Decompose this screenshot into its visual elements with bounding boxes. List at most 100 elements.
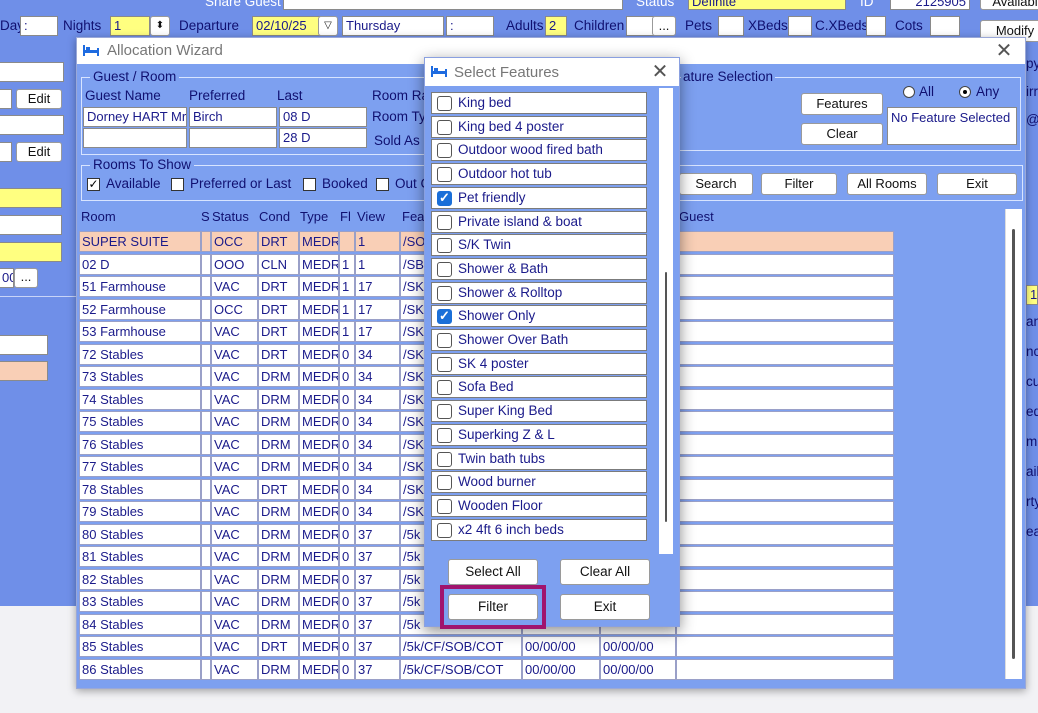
status-field[interactable]: Definite (688, 0, 846, 10)
departure-time-field[interactable]: : (446, 16, 494, 36)
search-button[interactable]: Search (679, 173, 753, 195)
grid-scrollbar-thumb[interactable] (1012, 229, 1015, 659)
children-field[interactable] (626, 16, 654, 36)
feature-checkbox[interactable] (437, 261, 452, 277)
feature-item[interactable]: Shower & Bath (431, 257, 647, 280)
feature-checkbox[interactable] (437, 522, 452, 538)
available-checkbox[interactable]: ✓ (87, 178, 100, 191)
select-all-button[interactable]: Select All (448, 559, 538, 585)
edit-button-2[interactable]: Edit (16, 142, 62, 162)
any-radio[interactable] (959, 86, 971, 98)
left-field-1[interactable] (0, 62, 64, 82)
clear-all-button[interactable]: Clear All (560, 559, 650, 585)
feature-item[interactable]: S/K Twin (431, 234, 647, 257)
nights-spinner[interactable]: ⬍ (150, 16, 170, 36)
feature-checkbox[interactable] (437, 333, 452, 348)
feature-checkbox[interactable] (437, 356, 452, 372)
availability-button[interactable]: Availabi (980, 0, 1038, 10)
feature-checkbox[interactable] (437, 427, 452, 443)
feature-item[interactable]: Sofa Bed (431, 376, 647, 399)
feature-item[interactable]: Super King Bed (431, 400, 647, 423)
feature-checkbox[interactable] (437, 190, 452, 206)
feature-item[interactable]: Outdoor wood fired bath (431, 139, 647, 162)
feature-checkbox[interactable] (437, 119, 452, 135)
feature-item[interactable]: Twin bath tubs (431, 447, 647, 470)
nights-field[interactable]: 1 (110, 16, 150, 36)
preferred-room-field-2[interactable] (189, 128, 277, 148)
guest-name-field[interactable]: Dorney HART Mr (83, 107, 187, 127)
all-radio[interactable] (903, 86, 915, 98)
left-field-6[interactable] (0, 335, 48, 355)
feature-item[interactable]: Outdoor hot tub (431, 163, 647, 186)
feature-item[interactable]: King bed (431, 92, 647, 114)
grid-scrollbar[interactable] (1005, 209, 1022, 679)
exit-wizard-button[interactable]: Exit (937, 173, 1017, 195)
col-header-room[interactable]: Room (81, 209, 116, 229)
left-yellow-field-1[interactable] (0, 188, 62, 208)
features-scrollbar-thumb[interactable] (665, 272, 667, 522)
left-field-4[interactable] (0, 142, 12, 162)
filter-rooms-button[interactable]: Filter (761, 173, 837, 195)
feature-checkbox[interactable] (437, 167, 452, 183)
all-rooms-button[interactable]: All Rooms (847, 173, 927, 195)
exit-button[interactable]: Exit (560, 594, 650, 620)
feature-checkbox[interactable] (437, 380, 452, 396)
col-header-type[interactable]: Type (300, 209, 328, 229)
feature-item[interactable]: Shower & Rolltop (431, 281, 647, 304)
col-header-features[interactable]: Fea (402, 209, 424, 229)
left-field-3[interactable] (0, 115, 64, 135)
feature-item[interactable]: Pet friendly (431, 186, 647, 209)
guest-name-field-2[interactable] (83, 128, 187, 148)
clear-features-button[interactable]: Clear (801, 123, 883, 145)
left-more-button[interactable]: ... (14, 268, 38, 288)
left-partial-field[interactable]: 00 (0, 268, 14, 288)
left-field-2[interactable] (0, 89, 12, 109)
feature-item[interactable]: King bed 4 poster (431, 115, 647, 138)
col-header-fl[interactable]: Fl (340, 209, 351, 229)
col-header-view[interactable]: View (357, 209, 385, 229)
col-header-guest[interactable]: Guest (679, 209, 714, 229)
feature-checkbox[interactable] (437, 404, 452, 420)
edit-button-1[interactable]: Edit (16, 89, 62, 109)
features-scrollbar[interactable] (659, 88, 673, 554)
feature-item[interactable]: Private island & boat (431, 210, 647, 233)
day-field[interactable]: : (20, 16, 58, 36)
feature-checkbox[interactable] (437, 214, 452, 230)
feature-item[interactable]: x2 4ft 6 inch beds (431, 518, 647, 541)
feature-checkbox[interactable] (437, 498, 452, 514)
preferred-or-last-checkbox[interactable] (171, 178, 184, 191)
feature-item[interactable]: Wood burner (431, 471, 647, 494)
dialog-close-icon[interactable]: ✕ (647, 61, 673, 83)
pets-field[interactable] (718, 16, 744, 36)
last-room-field-2[interactable]: 28 D (279, 128, 367, 148)
features-button[interactable]: Features (801, 93, 883, 115)
feature-item[interactable]: Superking Z & L (431, 423, 647, 446)
departure-date-field[interactable]: 02/10/25 (252, 16, 324, 36)
last-room-field-1[interactable]: 08 D (279, 107, 367, 127)
share-guest-field[interactable] (283, 0, 623, 10)
feature-item[interactable]: Shower Over Bath (431, 329, 647, 351)
xbeds-field[interactable] (788, 16, 812, 36)
col-header-cond[interactable]: Cond (259, 209, 290, 229)
feature-checkbox[interactable] (437, 238, 452, 254)
feature-checkbox[interactable] (437, 475, 452, 491)
adults-field[interactable]: 2 (545, 16, 567, 36)
feature-checkbox[interactable] (437, 451, 452, 467)
col-header-status[interactable]: Status (212, 209, 249, 229)
feature-checkbox[interactable] (437, 143, 452, 159)
feature-checkbox[interactable] (437, 285, 452, 301)
feature-item[interactable]: SK 4 poster (431, 352, 647, 375)
preferred-room-field-1[interactable]: Birch (189, 107, 277, 127)
children-more-button[interactable]: ... (652, 16, 676, 36)
wizard-close-icon[interactable]: ✕ (991, 40, 1017, 62)
booked-checkbox[interactable] (303, 178, 316, 191)
departure-dropdown[interactable]: ▽ (318, 16, 338, 36)
left-yellow-field-2[interactable] (0, 242, 62, 262)
left-pink-field[interactable] (0, 361, 48, 381)
cxbeds-field[interactable] (866, 16, 886, 36)
out-checkbox[interactable] (376, 178, 389, 191)
cots-field[interactable] (930, 16, 960, 36)
left-field-5[interactable] (0, 215, 62, 235)
feature-item[interactable]: Wooden Floor (431, 494, 647, 517)
feature-checkbox[interactable] (437, 96, 452, 111)
